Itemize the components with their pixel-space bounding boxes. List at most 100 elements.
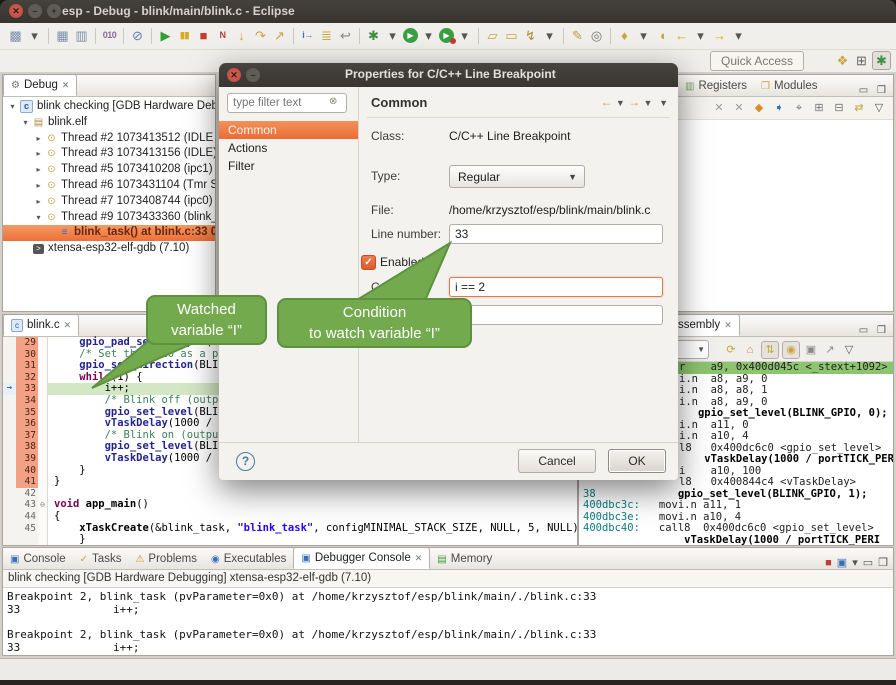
ok-button[interactable]: OK [608, 449, 666, 473]
drop-to-frame-icon[interactable]: ↩ [337, 27, 354, 44]
maximize-button[interactable]: + [47, 4, 61, 18]
flash-icon[interactable]: ↯ [522, 27, 539, 44]
cancel-button[interactable]: Cancel [518, 449, 596, 473]
dialog-nav-actions[interactable]: Actions [219, 139, 358, 157]
condition-field[interactable] [449, 277, 663, 297]
track-expression-icon[interactable]: ◉ [782, 341, 800, 359]
minimize-view-icon[interactable]: ▭ [863, 556, 873, 569]
customize-perspective-icon[interactable]: ❖ [834, 52, 851, 69]
open-project-icon[interactable]: ▱ [484, 27, 501, 44]
back-dropdown-icon[interactable]: ▾ [692, 27, 709, 44]
terminate-console-icon[interactable]: ■ [825, 557, 832, 569]
open-perspective-icon[interactable]: ⊞ [853, 52, 870, 69]
tab-tasks[interactable]: ✓Tasks [73, 549, 129, 569]
goto-file-icon[interactable]: ➧ [771, 100, 787, 116]
tab-registers[interactable]: ▥ Registers [678, 76, 754, 96]
debug-tree-item[interactable]: ▾▤blink.elf [3, 115, 215, 131]
mark-occurrences-icon[interactable]: ✎ [569, 27, 586, 44]
debug-dropdown-icon[interactable]: ▾ [384, 27, 401, 44]
expand-all-icon[interactable]: ⊞ [811, 100, 827, 116]
debug-tree-item[interactable]: ≡blink_task() at blink.c:33 0x400db [3, 225, 215, 241]
close-project-icon[interactable]: ▭ [503, 27, 520, 44]
ignore-count-field[interactable] [449, 305, 663, 325]
tab-debug[interactable]: ⚙ Debug ✕ [3, 74, 77, 96]
instruction-stepping-icon[interactable]: i→ [299, 27, 316, 44]
resume-icon[interactable]: ▶ [157, 27, 174, 44]
pin-editor-icon[interactable]: ♦ [616, 27, 633, 44]
dialog-history-arrows[interactable]: ← ▼ → ▼ ▼ [601, 95, 668, 109]
external-tools-icon[interactable]: ▶ [439, 28, 454, 43]
link-with-debug-icon[interactable]: ⇄ [851, 100, 867, 116]
close-icon[interactable]: ✕ [724, 316, 732, 335]
annotations-icon[interactable]: ◎ [588, 27, 605, 44]
debug-perspective-icon[interactable]: ✱ [872, 51, 891, 70]
console-output[interactable]: Breakpoint 2, blink_task (pvParameter=0x… [3, 588, 893, 656]
suspend-icon[interactable]: ▮▮ [176, 27, 193, 44]
dialog-close-button[interactable]: ✕ [227, 68, 241, 82]
new-wizard-dropdown-icon[interactable]: ▾ [26, 27, 43, 44]
remove-all-icon[interactable]: ✕ [731, 100, 747, 116]
expander-icon[interactable]: ▸ [33, 146, 44, 162]
help-icon[interactable]: ? [236, 452, 255, 471]
quick-access-box[interactable]: Quick Access [710, 51, 804, 71]
close-button[interactable]: ✕ [9, 4, 23, 18]
flash-dropdown-icon[interactable]: ▾ [541, 27, 558, 44]
binary-icon[interactable]: 010 [101, 27, 118, 44]
sync-icon[interactable]: ⇅ [761, 341, 779, 359]
export-icon[interactable]: ↗ [822, 342, 838, 358]
close-icon[interactable]: ✕ [415, 549, 423, 568]
dialog-nav-filter[interactable]: Filter [219, 157, 358, 175]
tab-debugger-console[interactable]: ▣Debugger Console✕ [293, 547, 430, 569]
step-into-icon[interactable]: ↓ [233, 27, 250, 44]
minimize-button[interactable]: – [28, 4, 42, 18]
forward-icon[interactable]: → [711, 27, 728, 44]
debug-tree-item[interactable]: ▸⊙Thread #5 1073410208 (ipc1) (Susp [3, 162, 215, 178]
expander-icon[interactable]: ▸ [33, 194, 44, 210]
select-icon[interactable]: ⌖ [791, 100, 807, 116]
debug-tree-item[interactable]: ▸⊙Thread #2 1073413512 (IDLE : Runn [3, 131, 215, 147]
show-debug-sources-icon[interactable]: ≣ [318, 27, 335, 44]
skip-all-breakpoints-icon[interactable]: ⊘ [129, 27, 146, 44]
minmax-buttons[interactable]: ▭ ❒ [859, 325, 893, 336]
line-number-field[interactable] [449, 224, 663, 244]
debug-tree-item[interactable]: ▾cblink checking [GDB Hardware Debug [3, 99, 215, 115]
fold-icon[interactable]: ⊖ [38, 499, 48, 511]
display-selected-console-icon[interactable]: ▣ [837, 556, 847, 569]
run-icon[interactable]: ▶ [403, 28, 418, 43]
show-target-breakpoints-icon[interactable]: ◆ [751, 100, 767, 116]
home-icon[interactable]: ⌂ [742, 342, 758, 358]
console-dropdown-icon[interactable]: ▾ [852, 556, 858, 569]
close-icon[interactable]: ✕ [62, 76, 70, 95]
step-over-icon[interactable]: ↷ [252, 27, 269, 44]
debug-tree-item[interactable]: ▸⊙Thread #6 1073431104 (Tmr Svc) (S [3, 178, 215, 194]
maximize-view-icon[interactable]: ❒ [878, 556, 888, 569]
expander-icon[interactable]: ▸ [33, 178, 44, 194]
save-all-icon[interactable]: ▥ [73, 27, 90, 44]
view-menu-icon[interactable]: ▽ [841, 342, 857, 358]
tab-problems[interactable]: ⚠Problems [128, 549, 204, 569]
new-wizard-icon[interactable]: ▩ [7, 27, 24, 44]
tab-blink-c[interactable]: c blink.c ✕ [3, 314, 79, 336]
tab-console[interactable]: ▣Console [3, 549, 73, 569]
expander-icon[interactable]: ▸ [33, 131, 44, 147]
debug-icon[interactable]: ✱ [365, 27, 382, 44]
refresh-icon[interactable]: ⟳ [723, 342, 739, 358]
external-tools-dropdown-icon[interactable]: ▾ [456, 27, 473, 44]
minmax-buttons[interactable]: ▭ ❒ [859, 85, 893, 96]
tab-modules[interactable]: ❒ Modules [754, 76, 824, 96]
collapse-all-icon[interactable]: ⊟ [831, 100, 847, 116]
debug-tree-item[interactable]: >xtensa-esp32-elf-gdb (7.10) [3, 241, 215, 257]
enabled-checkbox[interactable]: ✓ [361, 255, 376, 270]
tab-executables[interactable]: ◉Executables [204, 549, 293, 569]
terminate-icon[interactable]: ■ [195, 27, 212, 44]
view-menu-icon[interactable]: ▽ [871, 100, 887, 116]
last-edit-location-icon[interactable]: ◖ [654, 27, 671, 44]
run-dropdown-icon[interactable]: ▾ [420, 27, 437, 44]
save-icon[interactable]: ▦ [54, 27, 71, 44]
copy-icon[interactable]: ▣ [803, 342, 819, 358]
debug-tree-item[interactable]: ▸⊙Thread #7 1073408744 (ipc0) (Susp [3, 194, 215, 210]
expander-icon[interactable]: ▾ [7, 99, 18, 115]
dialog-nav-common[interactable]: Common [219, 121, 358, 139]
disconnect-icon[interactable]: N [214, 27, 231, 44]
breakpoint-icon[interactable]: → [3, 383, 16, 395]
